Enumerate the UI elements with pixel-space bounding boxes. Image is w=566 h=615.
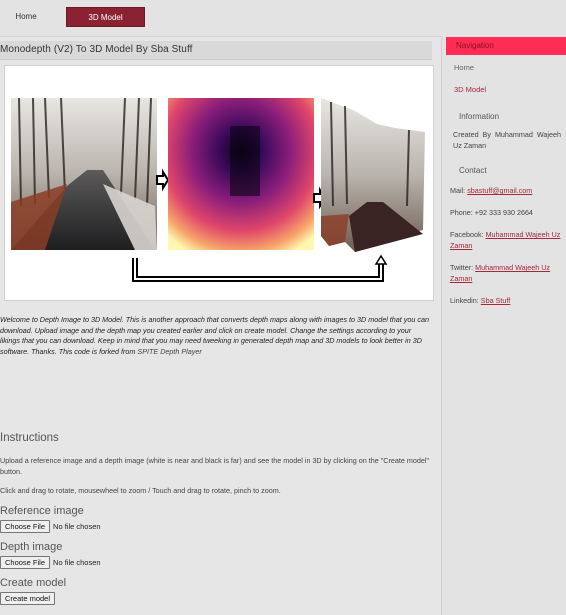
reference-image-heading: Reference image <box>0 505 84 517</box>
loop-arrow-icon <box>132 258 384 282</box>
page-title: Monodepth (V2) To 3D Model By Sba Stuff <box>0 44 193 55</box>
3d-model-preview <box>321 98 425 252</box>
linkedin-label: Linkedin: <box>450 296 479 305</box>
arrow-right-icon <box>156 168 170 192</box>
sidebar-item-home[interactable]: Home <box>454 63 474 72</box>
depth-file-status: No file chosen <box>53 557 101 567</box>
page-title-bar: Monodepth (V2) To 3D Model By Sba Stuff <box>0 41 432 60</box>
main-content: Monodepth (V2) To 3D Model By Sba Stuff <box>0 36 440 615</box>
create-model-button[interactable]: Create model <box>0 592 56 605</box>
hero-image <box>4 65 434 301</box>
intro-text: Welcome to Depth Image to 3D Model. This… <box>0 315 429 356</box>
sidebar-phone: Phone: +92 333 930 2664 <box>450 208 533 217</box>
top-navbar: Home 3D Model <box>0 0 566 37</box>
sidebar: Navigation Home 3D Model Information Cre… <box>441 36 566 615</box>
create-model-heading: Create model <box>0 577 67 589</box>
mail-link[interactable]: sbastuff@gmail.com <box>467 186 532 195</box>
reference-choose-file-button[interactable]: Choose File <box>0 519 51 533</box>
mail-label: Mail: <box>450 186 466 195</box>
sidebar-contact-heading: Contact <box>459 166 487 175</box>
reference-file-status: No file chosen <box>53 521 101 531</box>
depth-to-3d-illustration <box>11 97 425 282</box>
sidebar-nav-heading: Navigation <box>446 37 566 55</box>
sidebar-created-by: Created By Muhammad Wajeeh Uz Zaman <box>453 130 561 150</box>
depth-file-input: Choose File No file chosen <box>0 555 101 569</box>
instructions-text-1: Upload a reference image and a depth ima… <box>0 456 430 476</box>
reference-file-input: Choose File No file chosen <box>0 519 101 533</box>
sidebar-twitter: Twitter: Muhammad Wajeeh Uz Zaman <box>450 263 564 284</box>
sidebar-mail: Mail: sbastuff@gmail.com <box>450 186 564 197</box>
depth-choose-file-button[interactable]: Choose File <box>0 555 51 569</box>
instructions-text-2: Click and drag to rotate, mousewheel to … <box>0 486 281 495</box>
instructions-heading: Instructions <box>0 432 59 444</box>
photo-left <box>11 97 157 250</box>
sidebar-facebook: Facebook: Muhammad Wajeeh Uz Zaman <box>450 230 564 251</box>
sidebar-linkedin: Linkedin: Sba Stuff <box>450 296 564 307</box>
facebook-label: Facebook: <box>450 230 484 239</box>
spite-link[interactable]: SPITE Depth Player <box>137 347 201 356</box>
sidebar-info-heading: Information <box>459 112 500 121</box>
depth-image-heading: Depth image <box>0 541 63 553</box>
sidebar-item-3d-model[interactable]: 3D Model <box>454 85 486 94</box>
intro-paragraph: Welcome to Depth Image to 3D Model. This… <box>0 315 430 357</box>
twitter-label: Twitter: <box>450 263 474 272</box>
nav-home-link[interactable]: Home <box>0 7 52 27</box>
linkedin-link[interactable]: Sba Stuff <box>481 296 510 305</box>
nav-3d-model-tab[interactable]: 3D Model <box>66 7 145 27</box>
